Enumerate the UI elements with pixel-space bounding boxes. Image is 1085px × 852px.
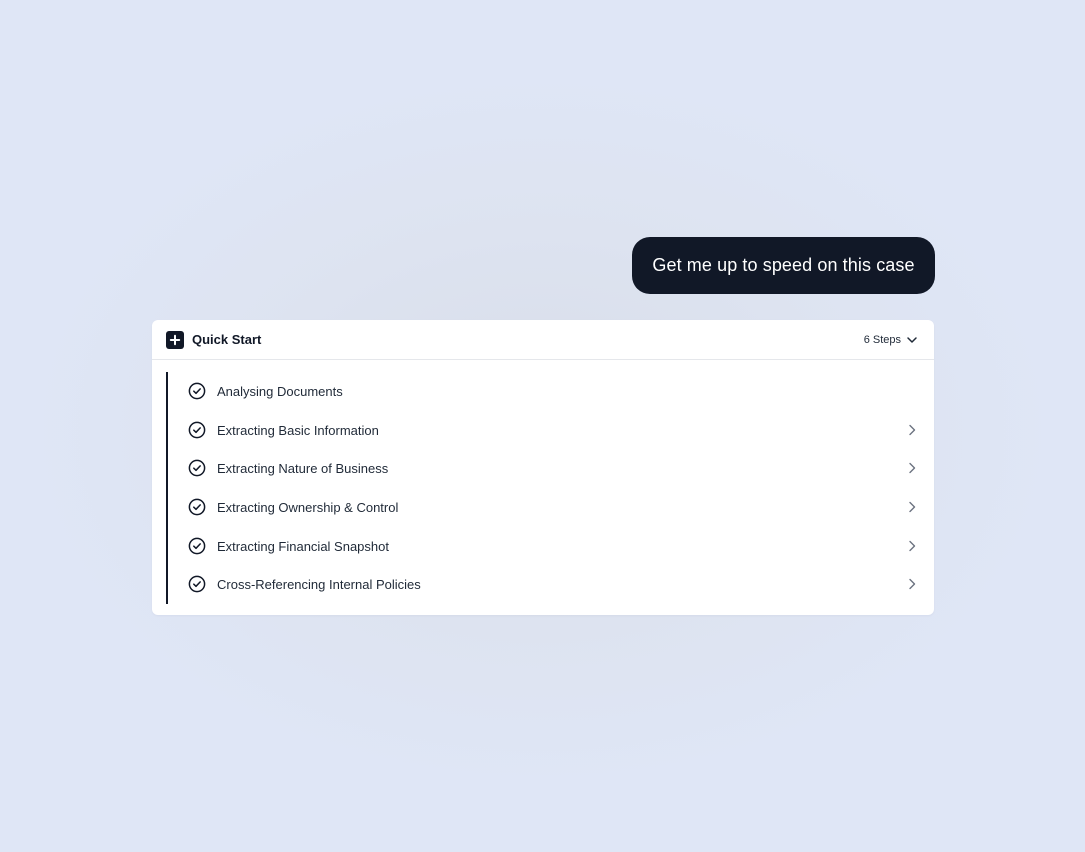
step-label: Extracting Basic Information [217,422,379,438]
check-circle-icon [188,421,206,439]
step-item-financial-snapshot[interactable]: Extracting Financial Snapshot [152,527,934,566]
user-message-bubble: Get me up to speed on this case [632,237,935,294]
step-item-ownership-control[interactable]: Extracting Ownership & Control [152,488,934,527]
step-label: Extracting Nature of Business [217,461,389,477]
user-message-text: Get me up to speed on this case [652,255,915,275]
step-item-nature-of-business[interactable]: Extracting Nature of Business [152,449,934,488]
chevron-right-icon[interactable] [907,578,917,590]
chevron-right-icon[interactable] [907,501,917,513]
step-label: Cross-Referencing Internal Policies [217,577,421,593]
steps-list: Analysing Documents Extracting Basic Inf… [152,372,934,604]
step-label: Extracting Financial Snapshot [217,538,389,554]
quick-start-header: Quick Start 6 Steps [152,320,934,360]
check-circle-icon [188,382,206,400]
check-circle-icon [188,537,206,555]
quick-start-panel: Quick Start 6 Steps Analysing Documents … [152,320,934,615]
chevron-right-icon[interactable] [907,424,917,436]
step-item-basic-information[interactable]: Extracting Basic Information [152,411,934,450]
chevron-down-icon [907,337,917,343]
check-circle-icon [188,576,206,593]
quick-start-title: Quick Start [192,332,262,347]
steps-dropdown-toggle[interactable]: 6 Steps [864,332,918,348]
step-label: Analysing Documents [217,384,343,399]
check-circle-icon [188,460,206,477]
steps-count-label: 6 Steps [863,334,901,346]
step-label: Extracting Ownership & Control [217,500,399,516]
plus-square-icon [166,331,184,349]
chevron-right-icon[interactable] [907,462,917,474]
step-item-internal-policies[interactable]: Cross-Referencing Internal Policies [152,565,934,604]
chevron-right-icon[interactable] [907,540,917,552]
step-item-analysing-documents[interactable]: Analysing Documents [152,372,934,411]
check-circle-icon [188,498,206,516]
